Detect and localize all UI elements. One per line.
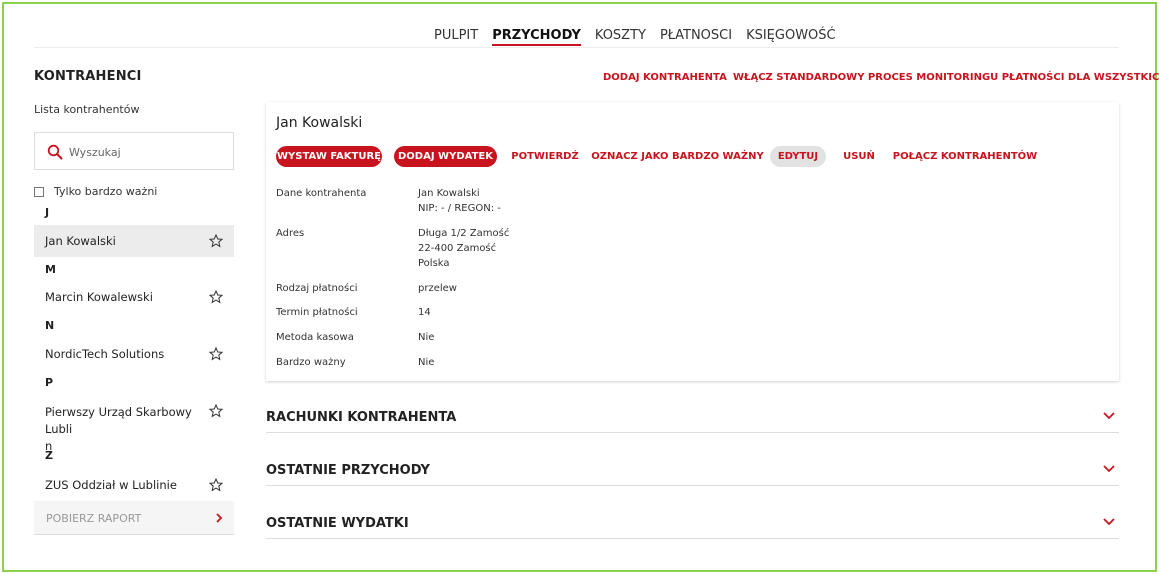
sidebar-title: KONTRAHENCI	[34, 69, 142, 84]
payment-term-value: 14	[418, 307, 431, 318]
star-icon[interactable]	[209, 347, 223, 361]
edit-button[interactable]: EDYTUJ	[770, 146, 826, 167]
important-only-checkbox[interactable]	[34, 186, 44, 197]
contractor-name: Pierwszy Urząd Skarbowy Lubli n	[45, 405, 192, 453]
contractor-details-card: Jan Kowalski WYSTAW FAKTURĘ DODAJ WYDATE…	[266, 102, 1119, 381]
search-icon	[47, 144, 63, 160]
tab-ksiegowosc[interactable]: KSIĘGOWOŚĆ	[746, 28, 836, 46]
download-report-button[interactable]: POBIERZ RAPORT	[34, 501, 234, 535]
cash-method-value: Nie	[418, 332, 435, 343]
mark-important-button[interactable]: OZNACZ JAKO BARDZO WAŻNY	[591, 146, 763, 167]
recent-expenses-section-title: OSTATNIE WYDATKI	[266, 516, 409, 531]
payment-term-label: Termin płatności	[276, 307, 358, 318]
contractor-item-zus[interactable]: ZUS Oddział w Lublinie	[34, 470, 234, 500]
merge-contractors-button[interactable]: POŁĄCZ KONTRAHENTÓW	[893, 146, 1037, 167]
tab-platnosci[interactable]: PŁATNOSCI	[660, 28, 732, 46]
contractor-data-label: Dane kontrahenta	[276, 188, 367, 199]
search-input[interactable]	[69, 142, 219, 162]
contractor-item-nordictech[interactable]: NordicTech Solutions	[34, 339, 234, 369]
top-navigation: PULPIT PRZYCHODY KOSZTY PŁATNOSCI KSIĘGO…	[34, 24, 1119, 48]
group-letter-n: N	[45, 319, 55, 332]
important-only-label: Tylko bardzo ważni	[54, 185, 158, 198]
contractor-item-marcin-kowalewski[interactable]: Marcin Kowalewski	[34, 282, 234, 312]
recent-income-section-toggle[interactable]: OSTATNIE PRZYCHODY	[266, 456, 1119, 486]
star-icon[interactable]	[209, 478, 223, 492]
very-important-label: Bardzo ważny	[276, 357, 346, 368]
group-letter-m: M	[45, 263, 56, 276]
chevron-right-icon	[216, 513, 223, 523]
group-letter-z: Z	[45, 449, 53, 462]
delete-button[interactable]: USUŃ	[842, 146, 876, 167]
address-value: Długa 1/2 Zamość 22-400 Zamość Polska	[418, 228, 510, 269]
important-only-filter[interactable]: Tylko bardzo ważni	[34, 185, 157, 198]
accounts-section-title: RACHUNKI KONTRAHENTA	[266, 410, 457, 425]
contractor-name: NordicTech Solutions	[45, 347, 165, 361]
star-icon[interactable]	[209, 404, 223, 418]
tab-pulpit[interactable]: PULPIT	[434, 28, 478, 46]
contractor-name: Marcin Kowalewski	[45, 290, 153, 304]
recent-income-section-title: OSTATNIE PRZYCHODY	[266, 463, 430, 478]
add-contractor-link[interactable]: DODAJ KONTRAHENTA	[603, 72, 727, 83]
contractor-title: Jan Kowalski	[276, 115, 363, 131]
contractor-item-jan-kowalski[interactable]: Jan Kowalski	[34, 225, 234, 257]
confirm-button[interactable]: POTWIERDŹ	[511, 146, 579, 167]
tab-przychody[interactable]: PRZYCHODY	[492, 28, 581, 46]
issue-invoice-button[interactable]: WYSTAW FAKTURĘ	[276, 146, 382, 167]
group-letter-j: J	[45, 206, 50, 219]
cash-method-label: Metoda kasowa	[276, 332, 354, 343]
chevron-down-icon	[1103, 465, 1115, 473]
chevron-down-icon	[1103, 518, 1115, 526]
contractor-item-urzad-skarbowy[interactable]: Pierwszy Urząd Skarbowy Lubli n	[34, 396, 234, 453]
payment-type-value: przelew	[418, 283, 457, 294]
star-icon[interactable]	[209, 234, 223, 248]
search-box	[34, 132, 234, 170]
recent-expenses-section-toggle[interactable]: OSTATNIE WYDATKI	[266, 509, 1119, 539]
contractor-name: Jan Kowalski	[45, 234, 116, 248]
contractor-data-value: Jan Kowalski NIP: - / REGON: -	[418, 188, 501, 214]
sidebar-subtitle: Lista kontrahentów	[34, 103, 140, 116]
enable-monitoring-link[interactable]: WŁĄCZ STANDARDOWY PROCES MONITORINGU PŁA…	[733, 72, 1159, 83]
tab-koszty[interactable]: KOSZTY	[595, 28, 646, 46]
group-letter-p: P	[45, 376, 54, 389]
chevron-down-icon	[1103, 412, 1115, 420]
download-report-label: POBIERZ RAPORT	[46, 512, 142, 525]
accounts-section-toggle[interactable]: RACHUNKI KONTRAHENTA	[266, 403, 1119, 433]
address-label: Adres	[276, 228, 305, 239]
star-icon[interactable]	[209, 290, 223, 304]
add-expense-button[interactable]: DODAJ WYDATEK	[394, 146, 497, 167]
contractor-name: ZUS Oddział w Lublinie	[45, 478, 177, 492]
very-important-value: Nie	[418, 357, 435, 368]
payment-type-label: Rodzaj płatności	[276, 283, 358, 294]
